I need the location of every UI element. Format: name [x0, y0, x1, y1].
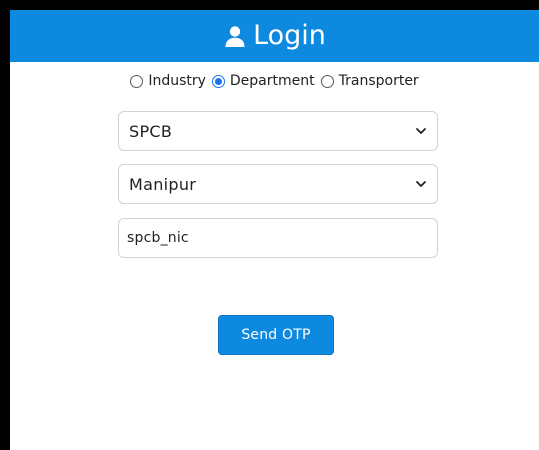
radio-label-transporter: Transporter [338, 73, 419, 89]
login-panel: Login Industry Department Transporter SP… [10, 10, 539, 450]
radio-button-industry[interactable] [130, 74, 144, 88]
chevron-down-icon [415, 125, 427, 137]
username-value: spcb_nic [127, 230, 189, 246]
chevron-down-icon [415, 178, 427, 190]
department-select-value: SPCB [129, 121, 173, 141]
send-otp-button[interactable]: Send OTP [218, 315, 334, 355]
user-icon [223, 24, 247, 48]
username-input[interactable]: spcb_nic [118, 218, 438, 258]
page-title: Login [253, 19, 326, 51]
department-select[interactable]: SPCB [118, 111, 438, 151]
radio-label-industry: Industry [148, 73, 206, 89]
radio-button-transporter[interactable] [320, 74, 334, 88]
radio-transporter[interactable]: Transporter [320, 73, 419, 89]
radio-label-department: Department [229, 73, 315, 89]
radio-department[interactable]: Department [211, 73, 315, 89]
radio-industry[interactable]: Industry [130, 73, 206, 89]
login-header: Login [10, 10, 539, 62]
state-select-value: Manipur [129, 174, 197, 194]
radio-button-department[interactable] [211, 74, 225, 88]
login-type-group: Industry Department Transporter [10, 73, 539, 89]
state-select[interactable]: Manipur [118, 164, 438, 204]
